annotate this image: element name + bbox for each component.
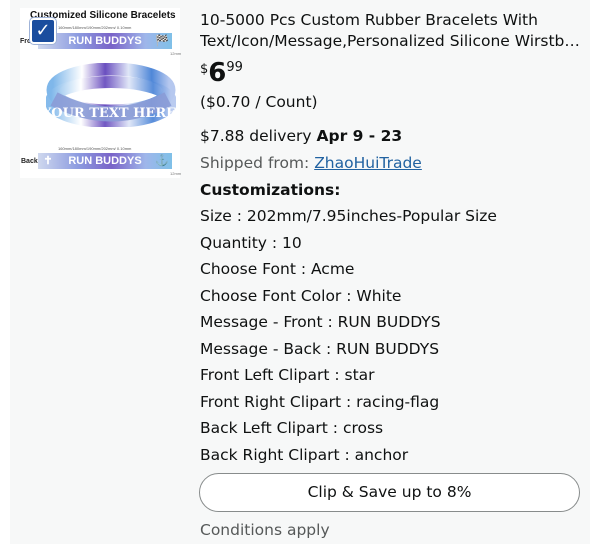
unit-price: ($0.70 / Count) [200,93,318,111]
price-symbol: $ [200,62,209,77]
check-icon: ✓ [35,20,51,41]
conditions-link[interactable]: Conditions apply [200,521,330,539]
customizations-heading: Customizations: [200,181,341,199]
customization-font: Choose Font : Acme [200,260,355,278]
bracelet-text: YOUR TEXT HERE [46,106,176,121]
front-strip-caption: 160mm/180mm/190mm/202mm/ 0.10mm [58,25,132,30]
customization-font-color: Choose Font Color : White [200,287,402,305]
front-strip: RUN BUDDYS 🏁 [38,33,172,49]
delivery-info: $7.88 delivery Apr 9 - 23 [200,127,402,145]
back-side-label: Back [21,158,38,165]
cross-icon: ✝ [43,155,53,167]
back-strip: ✝ RUN BUDDYS ⚓ [38,153,172,169]
customization-back-right-clipart: Back Right Clipart : anchor [200,446,409,464]
customization-message-front: Message - Front : RUN BUDDYS [200,313,441,331]
back-mm-label: 12mm [170,171,182,176]
price-fraction: 99 [226,60,243,75]
customization-front-left-clipart: Front Left Clipart : star [200,366,375,384]
customization-back-left-clipart: Back Left Clipart : cross [200,419,384,437]
customization-quantity: Quantity : 10 [200,234,302,252]
front-strip-text: RUN BUDDYS [68,35,142,47]
front-mm-label: 12mm [170,51,182,56]
item-select-checkbox[interactable]: ✓ [30,18,56,44]
customization-size: Size : 202mm/7.95inches-Popular Size [200,207,497,225]
shipped-from: Shipped from: ZhaoHuiTrade [200,154,422,172]
clip-coupon-button[interactable]: Clip & Save up to 8% [199,473,580,512]
anchor-icon: ⚓ [155,155,169,167]
racing-flag-icon: 🏁 [155,35,169,47]
price: $699 [200,58,243,88]
product-title-line-1: 10-5000 Pcs Custom Rubber Bracelets With [200,11,538,29]
back-strip-caption: 160mm/180mm/190mm/202mm/ 0.10mm [58,146,132,151]
back-strip-text: RUN BUDDYS [68,155,142,167]
delivery-cost: $7.88 delivery [200,127,312,145]
price-whole: 6 [208,58,227,88]
shipped-from-label: Shipped from: [200,154,310,172]
product-title-line-2: Text/Icon/Message,Personalized Silicone … [200,32,585,50]
delivery-dates: Apr 9 - 23 [316,127,403,145]
seller-link[interactable]: ZhaoHuiTrade [314,154,422,172]
product-title[interactable]: 10-5000 Pcs Custom Rubber Bracelets With… [200,10,585,52]
customization-message-back: Message - Back : RUN BUDDYS [200,340,440,358]
bracelet-image: YOUR TEXT HERE [46,63,176,127]
customization-front-right-clipart: Front Right Clipart : racing-flag [200,393,440,411]
